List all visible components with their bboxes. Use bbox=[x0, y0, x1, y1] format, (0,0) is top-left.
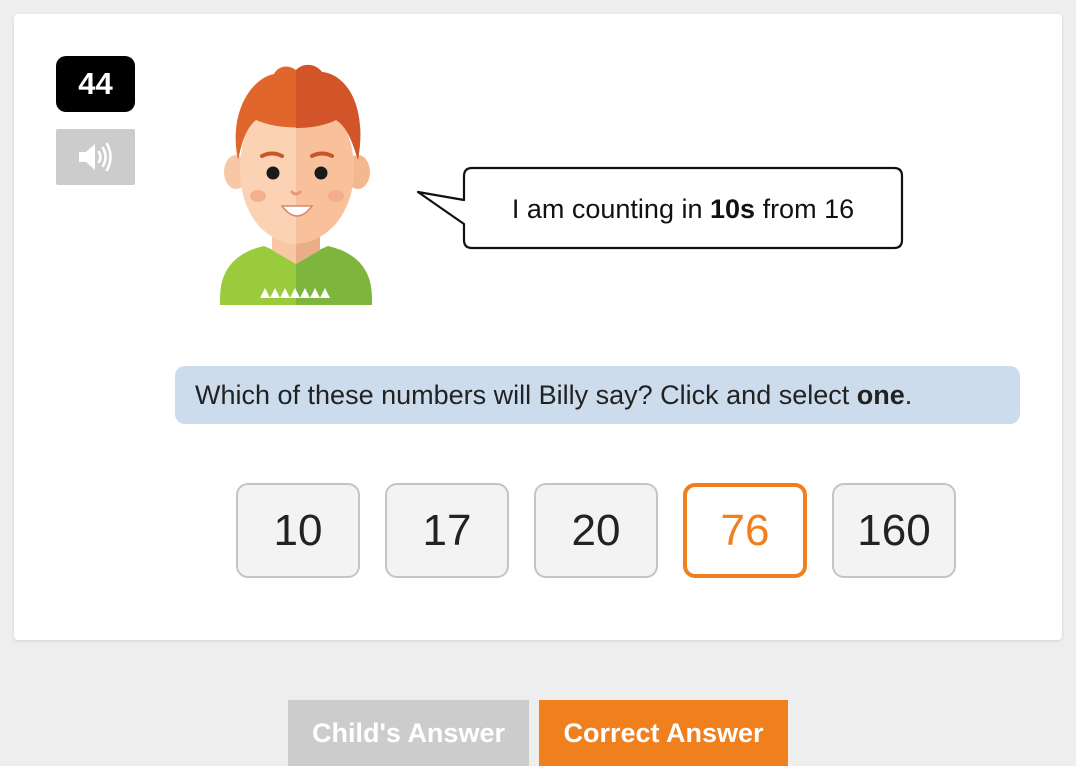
speech-prefix: I am counting in bbox=[511, 193, 710, 224]
answer-view-toggle: Child's Answer Correct Answer bbox=[0, 700, 1076, 766]
instruction-banner: Which of these numbers will Billy say? C… bbox=[175, 366, 1020, 424]
question-number: 44 bbox=[78, 66, 113, 101]
correct-answer-button[interactable]: Correct Answer bbox=[539, 700, 788, 766]
option-160[interactable]: 160 bbox=[832, 483, 956, 578]
speaker-icon bbox=[78, 142, 112, 172]
boy-avatar-illustration bbox=[220, 64, 372, 305]
option-76[interactable]: 76 bbox=[683, 483, 807, 578]
option-10[interactable]: 10 bbox=[236, 483, 360, 578]
question-number-badge: 44 bbox=[56, 56, 135, 112]
instruction-suffix: . bbox=[904, 379, 913, 410]
option-17[interactable]: 17 bbox=[385, 483, 509, 578]
instruction-bold: one bbox=[856, 379, 905, 410]
childs-answer-button[interactable]: Child's Answer bbox=[288, 700, 529, 766]
audio-button[interactable] bbox=[56, 129, 135, 185]
speech-text: I am counting in 10s from 16 bbox=[460, 170, 906, 248]
option-20[interactable]: 20 bbox=[534, 483, 658, 578]
question-card: 44 I am counting in 10s from 16 Which of… bbox=[14, 14, 1062, 640]
instruction-prefix: Which of these numbers will Billy say? C… bbox=[195, 379, 857, 410]
speech-suffix: from 16 bbox=[755, 193, 855, 224]
speech-bold: 10s bbox=[710, 193, 756, 224]
answer-options: 10 17 20 76 160 bbox=[14, 483, 1062, 578]
